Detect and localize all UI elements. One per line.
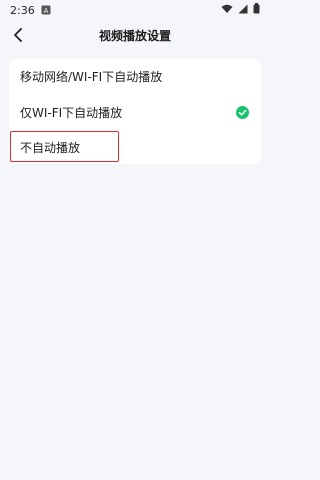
option-wifi-only-autoplay[interactable]: 仅WI-FI下自动播放 — [9, 95, 261, 129]
svg-text:A: A — [43, 7, 48, 15]
check-circle-icon — [236, 106, 249, 119]
page-title: 视频播放设置 — [98, 28, 171, 43]
option-mobile-wifi-autoplay[interactable]: 移动网络/WI-FI下自动播放 — [9, 59, 261, 93]
status-right — [221, 3, 260, 17]
notification-a-icon: A — [41, 5, 51, 15]
status-time: 2:36 — [10, 3, 35, 17]
status-bar: 2:36 A — [0, 0, 270, 20]
header: 视频播放设置 — [0, 20, 270, 50]
wifi-icon — [221, 4, 233, 17]
option-label: 仅WI-FI下自动播放 — [20, 105, 123, 120]
signal-icon — [238, 4, 248, 17]
highlight-box — [10, 131, 119, 162]
status-left: 2:36 A — [10, 4, 51, 17]
battery-icon — [253, 3, 260, 17]
back-chevron-icon[interactable] — [8, 24, 28, 46]
option-label: 移动网络/WI-FI下自动播放 — [20, 69, 163, 84]
